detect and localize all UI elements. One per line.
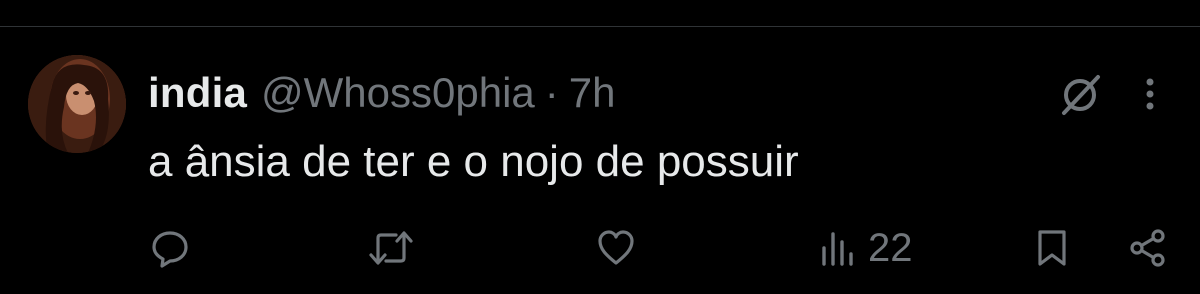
like-icon [598, 230, 634, 265]
views-button[interactable]: 22 [818, 223, 913, 273]
grok-icon[interactable] [1058, 71, 1104, 117]
separator-dot: · [544, 69, 559, 116]
share-icon [1130, 229, 1165, 267]
action-bar: 22 [0, 223, 1200, 273]
bookmark-icon [1038, 230, 1066, 266]
more-options-icon[interactable] [1138, 71, 1162, 117]
tweet-header: india @Whoss0phia · 7h [148, 67, 616, 119]
display-name[interactable]: india [148, 69, 247, 117]
tweet-text: a ânsia de ter e o nojo de possuir [148, 137, 799, 186]
tweet[interactable]: india @Whoss0phia · 7h a ânsia de ter e … [0, 27, 1200, 294]
timestamp[interactable]: 7h [569, 69, 616, 117]
retweet-icon [369, 231, 413, 265]
user-handle[interactable]: @Whoss0phia [261, 69, 535, 117]
share-button[interactable] [1128, 223, 1168, 273]
views-icon [822, 232, 853, 266]
bookmark-button[interactable] [1034, 223, 1070, 273]
reply-button[interactable] [150, 223, 190, 273]
retweet-button[interactable] [368, 223, 414, 273]
like-button[interactable] [596, 223, 636, 273]
views-count: 22 [868, 225, 913, 270]
avatar[interactable] [28, 55, 126, 153]
reply-icon [152, 231, 188, 268]
